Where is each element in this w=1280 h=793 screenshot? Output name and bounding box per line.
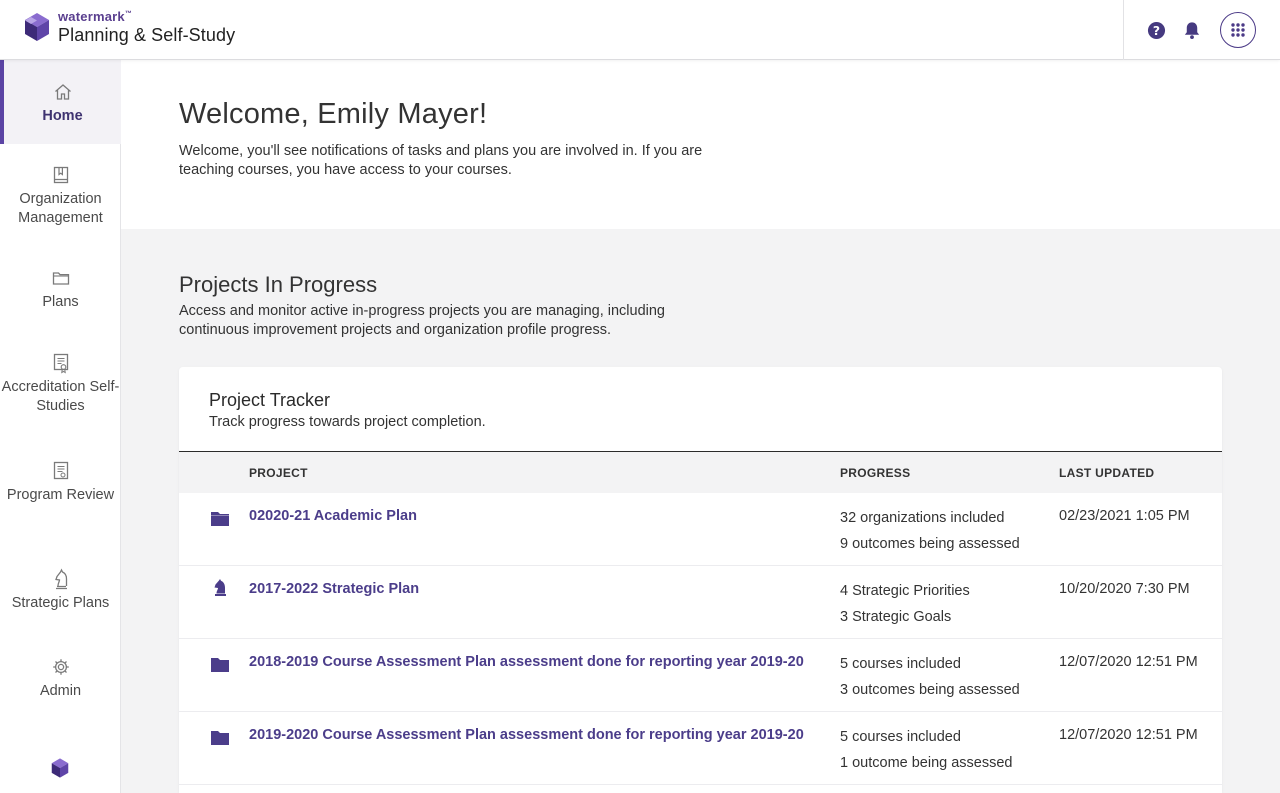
progress-line: 4 Strategic Priorities: [840, 583, 970, 599]
svg-text:?: ?: [1152, 23, 1159, 37]
last-updated-cell: 10/20/2020 7:30 PM: [1059, 581, 1190, 597]
watermark-logo-icon: [25, 13, 49, 41]
gear-icon: [50, 656, 72, 678]
sidebar-item-strategic-plans[interactable]: Strategic Plans: [0, 568, 121, 613]
table-row: 02020-21 Academic Plan 32 organizations …: [179, 493, 1222, 566]
header-actions: ?: [1123, 0, 1280, 60]
progress-cell: 32 organizations included 9 outcomes bei…: [840, 505, 1020, 557]
sidebar-item-label: Plans: [42, 294, 79, 310]
sidebar-item-admin[interactable]: Admin: [0, 656, 121, 701]
help-icon[interactable]: ?: [1138, 12, 1174, 48]
column-header-last-updated: LAST UPDATED: [1059, 466, 1155, 480]
apps-grid-icon[interactable]: [1220, 12, 1256, 48]
tracker-title: Project Tracker: [209, 390, 331, 410]
project-link[interactable]: 02020-21 Academic Plan: [249, 508, 417, 524]
chess-knight-icon: [50, 568, 72, 590]
tracker-subtitle: Track progress towards project completio…: [209, 414, 486, 430]
sidebar-item-label: Program Review: [6, 487, 115, 503]
brand[interactable]: watermark™ Planning & Self-Study: [22, 10, 235, 44]
sidebar-item-label: Home: [42, 108, 83, 124]
column-header-progress: PROGRESS: [840, 466, 911, 480]
folder-icon: [50, 267, 72, 289]
table-row: 2018-2019 Course Assessment Plan assessm…: [179, 639, 1222, 712]
certificate-icon: [50, 352, 72, 374]
folder-icon: [211, 512, 229, 526]
progress-line: 3 Strategic Goals: [840, 609, 952, 625]
welcome-title: Welcome, Emily Mayer!: [179, 98, 488, 130]
book-icon: [50, 164, 72, 186]
projects-in-progress-header: Projects In Progress Access and monitor …: [179, 272, 699, 340]
folder-icon: [211, 731, 229, 745]
welcome-text: Welcome, you'll see notifications of tas…: [179, 143, 703, 178]
project-link[interactable]: 2018-2019 Course Assessment Plan assessm…: [249, 654, 804, 670]
sidebar-item-accreditation-self-studies[interactable]: Accreditation Self-Studies: [0, 352, 121, 416]
sidebar-item-label: Admin: [39, 683, 82, 699]
sidebar-item-plans[interactable]: Plans: [0, 267, 121, 312]
sidebar-item-program-review[interactable]: Program Review: [0, 460, 121, 505]
sidebar-item-organization-management[interactable]: Organization Management: [0, 164, 121, 228]
brand-name: watermark™: [58, 9, 133, 24]
progress-line: 3 outcomes being assessed: [840, 682, 1020, 698]
sidebar-item-home[interactable]: Home: [0, 60, 121, 144]
home-icon: [52, 81, 74, 103]
progress-line: 5 courses included: [840, 729, 961, 745]
document-icon: [50, 460, 72, 482]
table-row: 2019-2020 Course Assessment Plan assessm…: [179, 712, 1222, 785]
top-header: watermark™ Planning & Self-Study ?: [0, 0, 1280, 60]
project-link[interactable]: 2017-2022 Strategic Plan: [249, 581, 419, 597]
progress-line: 32 organizations included: [840, 510, 1005, 526]
sidebar: Home Organization Management Plans Accre…: [0, 60, 121, 793]
sidebar-item-label: Accreditation Self-Studies: [1, 379, 120, 414]
last-updated-cell: 02/23/2021 1:05 PM: [1059, 508, 1190, 524]
sidebar-item-label: Strategic Plans: [11, 595, 110, 611]
folder-icon: [211, 658, 229, 672]
welcome-section: Welcome, Emily Mayer! Welcome, you'll se…: [121, 60, 1280, 229]
bell-icon[interactable]: [1174, 12, 1210, 48]
watermark-small-logo-icon: [51, 758, 69, 778]
progress-line: 1 outcome being assessed: [840, 755, 1013, 771]
last-updated-cell: 12/07/2020 12:51 PM: [1059, 654, 1198, 670]
table-row: 2017-2022 Strategic Plan 4 Strategic Pri…: [179, 566, 1222, 639]
column-header-project: PROJECT: [249, 466, 308, 480]
project-tracker-card: Project Tracker Track progress towards p…: [179, 367, 1222, 793]
last-updated-cell: 12/07/2020 12:51 PM: [1059, 727, 1198, 743]
projects-description: Access and monitor active in-progress pr…: [179, 303, 665, 338]
progress-line: 9 outcomes being assessed: [840, 536, 1020, 552]
progress-cell: 5 courses included 1 outcome being asses…: [840, 724, 1013, 776]
product-name: Planning & Self-Study: [58, 25, 236, 45]
projects-title: Projects In Progress: [179, 272, 378, 297]
progress-line: 5 courses included: [840, 656, 961, 672]
project-link[interactable]: 2019-2020 Course Assessment Plan assessm…: [249, 727, 804, 743]
progress-cell: 5 courses included 3 outcomes being asse…: [840, 651, 1020, 703]
chess-knight-icon: [214, 579, 226, 596]
sidebar-item-label: Organization Management: [18, 191, 103, 226]
progress-cell: 4 Strategic Priorities 3 Strategic Goals: [840, 578, 970, 630]
table-header: PROJECT PROGRESS LAST UPDATED: [179, 451, 1222, 493]
